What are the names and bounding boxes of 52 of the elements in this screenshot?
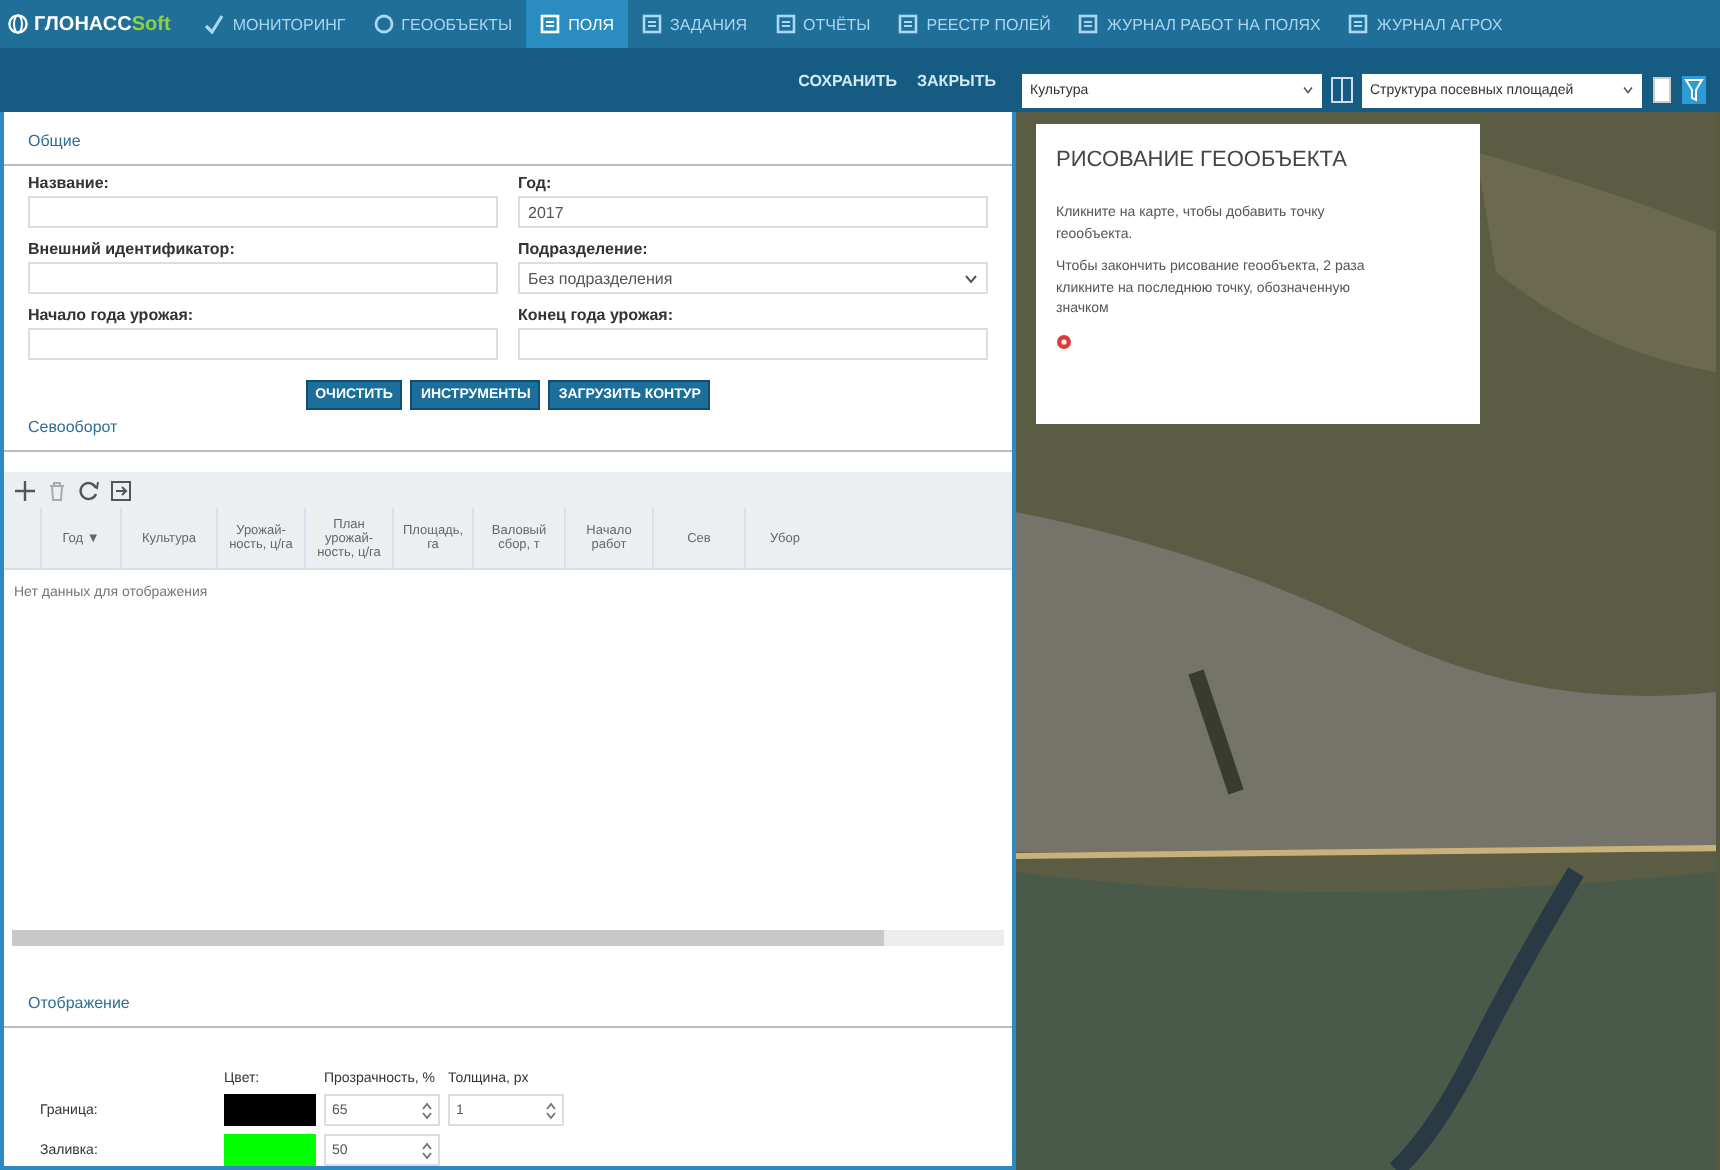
toolbar-button[interactable]: ЗАКРЫТЬ xyxy=(913,67,1000,93)
globe-icon xyxy=(8,14,28,34)
field-label: Внешний идентификатор: xyxy=(28,240,237,258)
section-title: Отображение xyxy=(4,974,1012,1028)
nav-tab[interactable]: РЕЕСТР ПОЛЕЙ xyxy=(884,0,1065,48)
section-title: Севооборот xyxy=(4,418,1012,452)
nav-tab[interactable]: ЖУРНАЛ АГРОХ xyxy=(1334,0,1517,48)
plus-icon[interactable] xyxy=(14,479,36,501)
department-select[interactable]: Без подразделения xyxy=(518,262,988,294)
document-icon[interactable] xyxy=(1650,76,1674,104)
columns-icon[interactable] xyxy=(1330,76,1354,104)
nav-tab[interactable]: ГЕООБЪЕКТЫ xyxy=(359,0,527,48)
field-label: Начало года урожая: xyxy=(28,306,196,324)
logo-text: ГЛОНАССSoft xyxy=(34,13,171,35)
chevron-down-icon[interactable] xyxy=(964,273,978,283)
toolbar-button[interactable]: СОХРАНИТЬ xyxy=(794,67,902,93)
nav-tab[interactable]: ОТЧЁТЫ xyxy=(761,0,885,48)
input-field[interactable] xyxy=(28,196,498,228)
field-label: Год: xyxy=(518,174,554,192)
field-label: Подразделение: xyxy=(518,240,650,258)
field-label: Конец года урожая: xyxy=(518,306,676,324)
document-icon xyxy=(642,14,662,34)
chevron-down-icon[interactable] xyxy=(1302,86,1314,94)
nav-tab[interactable]: МОНИТОРИНГ xyxy=(190,0,360,48)
popup-title: РИСОВАНИЕ ГЕООБЪЕКТА xyxy=(1056,148,1349,172)
nav-tab[interactable]: ЖУРНАЛ РАБОТ НА ПОЛЯХ xyxy=(1064,0,1335,48)
section-title: Общие xyxy=(4,112,1012,166)
document-icon xyxy=(775,14,795,34)
input-field[interactable] xyxy=(518,328,988,360)
input-field[interactable] xyxy=(28,328,498,360)
field-label: Название: xyxy=(28,174,111,192)
color-swatch[interactable] xyxy=(224,1094,316,1126)
document-icon xyxy=(1348,14,1369,34)
filter-icon[interactable] xyxy=(1682,76,1706,104)
chevron-down-icon[interactable] xyxy=(1622,86,1634,94)
color-swatch[interactable] xyxy=(224,1134,316,1166)
spinner-arrows-icon[interactable] xyxy=(422,1141,432,1159)
nav-tab[interactable]: ПОЛЯ xyxy=(526,0,628,48)
check-icon xyxy=(204,14,225,34)
spinner-arrows-icon[interactable] xyxy=(422,1101,432,1119)
document-icon xyxy=(540,14,561,34)
document-icon xyxy=(1078,14,1099,34)
import-icon[interactable] xyxy=(110,479,132,501)
input-field[interactable]: 2017 xyxy=(518,196,988,228)
point-marker-icon xyxy=(1056,333,1072,349)
refresh-icon[interactable] xyxy=(78,479,100,501)
ring-icon xyxy=(373,14,394,34)
spinner-arrows-icon[interactable] xyxy=(546,1101,556,1119)
nav-tab[interactable]: ЗАДАНИЯ xyxy=(628,0,761,48)
horizontal-scrollbar[interactable] xyxy=(12,930,1004,946)
document-icon xyxy=(898,14,919,34)
input-field[interactable] xyxy=(28,262,498,294)
